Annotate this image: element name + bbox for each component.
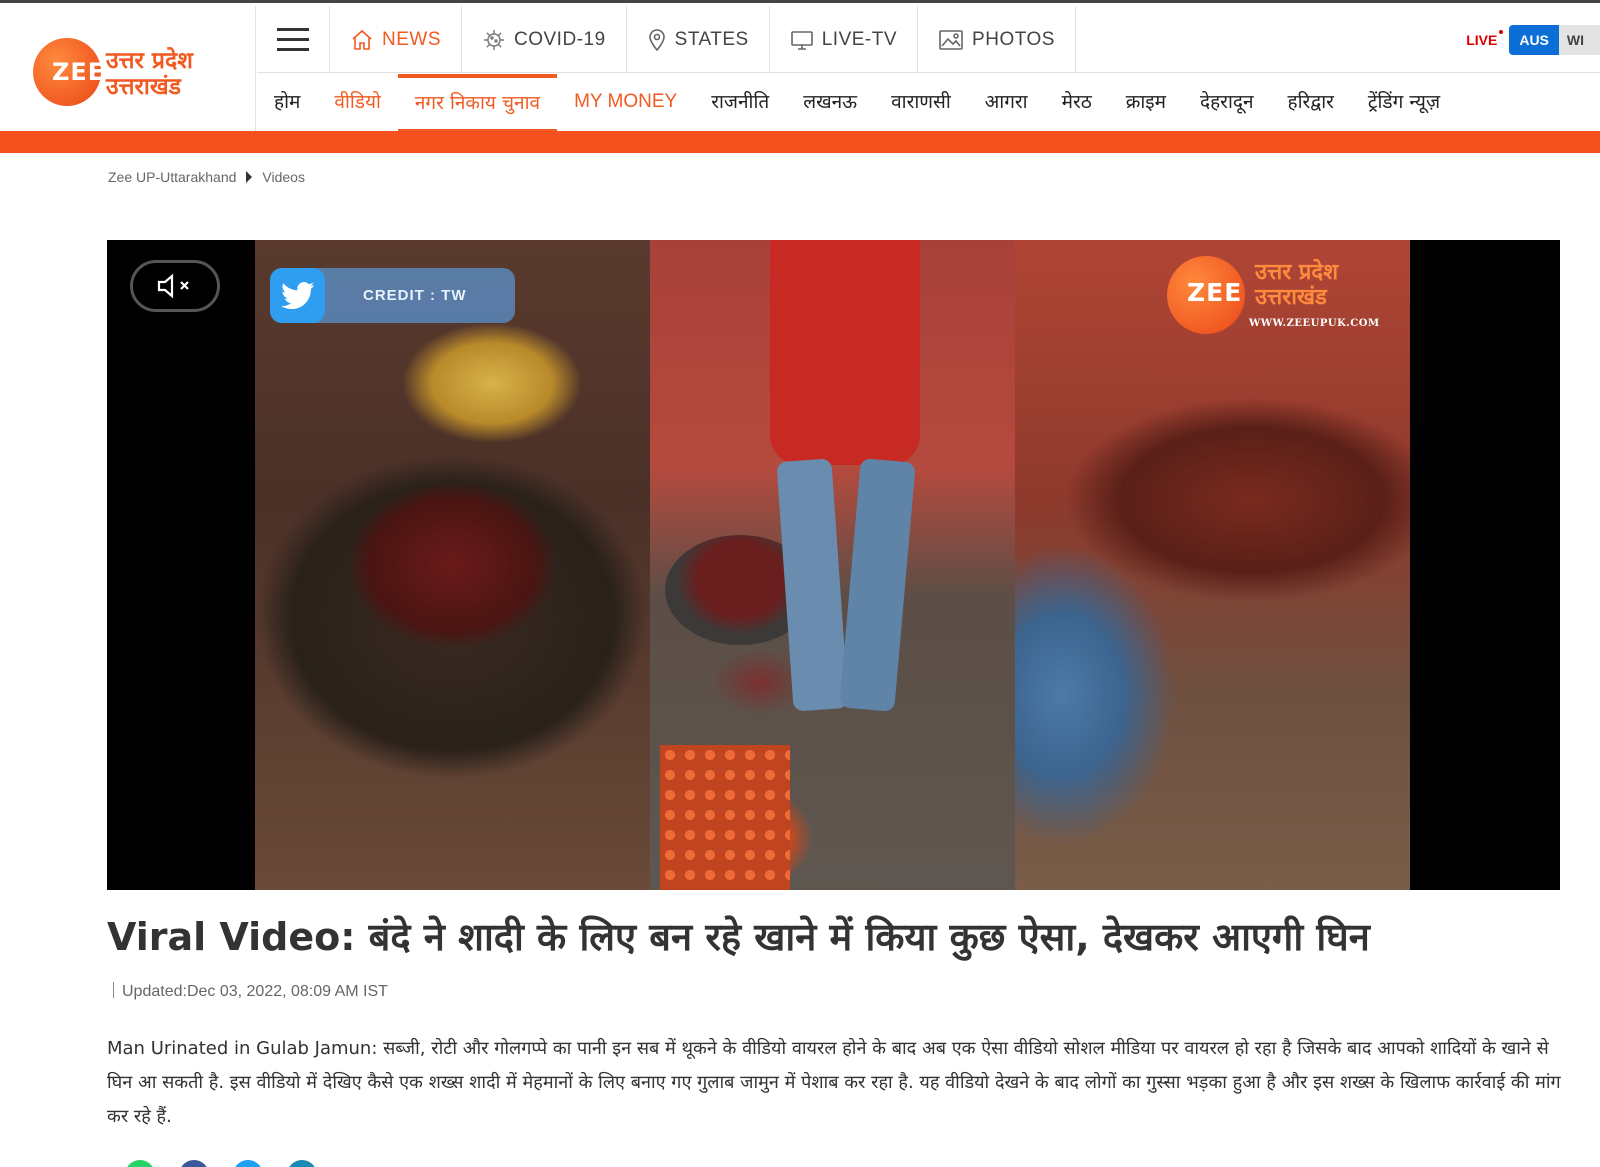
- breadcrumb-arrow-icon: [246, 171, 253, 183]
- topnav-states-label: STATES: [674, 28, 749, 50]
- credit-text: CREDIT : TW: [363, 287, 467, 304]
- mute-button[interactable]: [130, 260, 220, 312]
- article-summary: Man Urinated in Gulab Jamun: सब्जी, रोटी…: [107, 1038, 1561, 1127]
- topnav-live-tv[interactable]: LIVE-TV: [770, 6, 919, 73]
- person-shape: [770, 240, 920, 465]
- subnav-politics[interactable]: राजनीति: [694, 74, 786, 133]
- topnav-news-label: NEWS: [382, 28, 441, 50]
- topnav-news[interactable]: NEWS: [330, 6, 462, 73]
- score-chip[interactable]: AUS WI: [1509, 25, 1600, 55]
- video-player[interactable]: CREDIT : TW ZEE उत्तर प्रदेश उत्तराखंड W…: [107, 240, 1560, 890]
- logo-zee-text: ZEE: [52, 58, 106, 86]
- subnav-videos[interactable]: वीडियो: [317, 74, 398, 133]
- subnav-meerut[interactable]: मेरठ: [1045, 74, 1109, 133]
- topnav-photos[interactable]: PHOTOS: [918, 6, 1076, 73]
- watermark-line1: उत्तर प्रदेश: [1255, 260, 1339, 285]
- credit-badge: CREDIT : TW: [270, 268, 515, 323]
- subnav-crime[interactable]: क्राइम: [1109, 74, 1183, 133]
- watermark-line2: उत्तराखंड: [1255, 285, 1327, 310]
- image-icon: [939, 29, 963, 50]
- subnav-agra[interactable]: आगरा: [968, 74, 1045, 133]
- site-logo[interactable]: ZEE उत्तर प्रदेश उत्तराखंड: [0, 6, 256, 133]
- subnav-my-money[interactable]: MY MONEY: [557, 74, 694, 133]
- logo-line1: उत्तर प्रदेश: [106, 48, 193, 74]
- live-score-widget[interactable]: LIVE AUS WI: [1466, 25, 1600, 55]
- logo-hindi-text: उत्तर प्रदेश उत्तराखंड: [106, 48, 193, 100]
- home-icon: [352, 29, 372, 50]
- sub-navigation: होम वीडियो नगर निकाय चुनाव MY MONEY राजन…: [257, 74, 1600, 133]
- orange-divider-bar: [0, 131, 1600, 153]
- facebook-share-icon[interactable]: [179, 1160, 209, 1167]
- subnav-lucknow[interactable]: लखनऊ: [786, 74, 874, 133]
- score-team1: AUS: [1509, 25, 1559, 55]
- link-share-icon[interactable]: [287, 1160, 317, 1167]
- location-pin-icon: [648, 28, 665, 51]
- top-navigation: NEWS COVID-19 STATES LIVE-TV PHOTOS: [257, 6, 1600, 73]
- video-frame-left: [255, 240, 650, 890]
- topnav-covid[interactable]: COVID-19: [462, 6, 627, 73]
- subnav-varanasi[interactable]: वाराणसी: [874, 74, 968, 133]
- twitter-bird-icon: [270, 268, 325, 323]
- watermark-url: WWW.ZEEUPUK.COM: [1249, 318, 1380, 329]
- breadcrumb-current[interactable]: Videos: [262, 169, 305, 185]
- breadcrumb: Zee UP-Uttarakhand Videos: [108, 169, 305, 185]
- score-team2: WI: [1558, 25, 1600, 55]
- share-buttons: [125, 1160, 317, 1167]
- watermark-hindi: उत्तर प्रदेश उत्तराखंड: [1255, 260, 1338, 310]
- monitor-icon: [790, 30, 813, 50]
- subnav-trending-news[interactable]: ट्रेंडिंग न्यूज़: [1351, 74, 1457, 133]
- virus-icon: [484, 29, 504, 50]
- breadcrumb-home[interactable]: Zee UP-Uttarakhand: [108, 169, 236, 185]
- topnav-photos-label: PHOTOS: [972, 28, 1055, 50]
- subnav-civic-election[interactable]: नगर निकाय चुनाव: [397, 74, 558, 133]
- subnav-dehradun[interactable]: देहरादून: [1183, 74, 1271, 133]
- updated-timestamp: Updated:Dec 03, 2022, 08:09 AM IST: [113, 982, 388, 1001]
- speaker-muted-icon: [157, 273, 189, 299]
- watermark-zee: ZEE: [1187, 278, 1243, 307]
- topnav-states[interactable]: STATES: [627, 6, 770, 73]
- subnav-home[interactable]: होम: [257, 74, 317, 133]
- whatsapp-share-icon[interactable]: [125, 1160, 155, 1167]
- hamburger-menu-icon[interactable]: [257, 6, 330, 73]
- topnav-live-tv-label: LIVE-TV: [821, 28, 898, 50]
- logo-line2: उत्तराखंड: [106, 74, 181, 100]
- channel-watermark: ZEE उत्तर प्रदेश उत्तराखंड WWW.ZEEUPUK.C…: [1167, 252, 1397, 342]
- video-frame-center: [650, 240, 1015, 890]
- twitter-share-icon[interactable]: [233, 1160, 263, 1167]
- topnav-covid-label: COVID-19: [514, 28, 606, 50]
- sweets-tray-shape: [660, 745, 790, 890]
- site-header: ZEE उत्तर प्रदेश उत्तराखंड NEWS COVID-19…: [0, 0, 1600, 133]
- subnav-haridwar[interactable]: हरिद्वार: [1271, 74, 1351, 133]
- article-headline: Viral Video: बंदे ने शादी के लिए बन रहे …: [107, 915, 1370, 959]
- live-label: LIVE: [1466, 30, 1504, 48]
